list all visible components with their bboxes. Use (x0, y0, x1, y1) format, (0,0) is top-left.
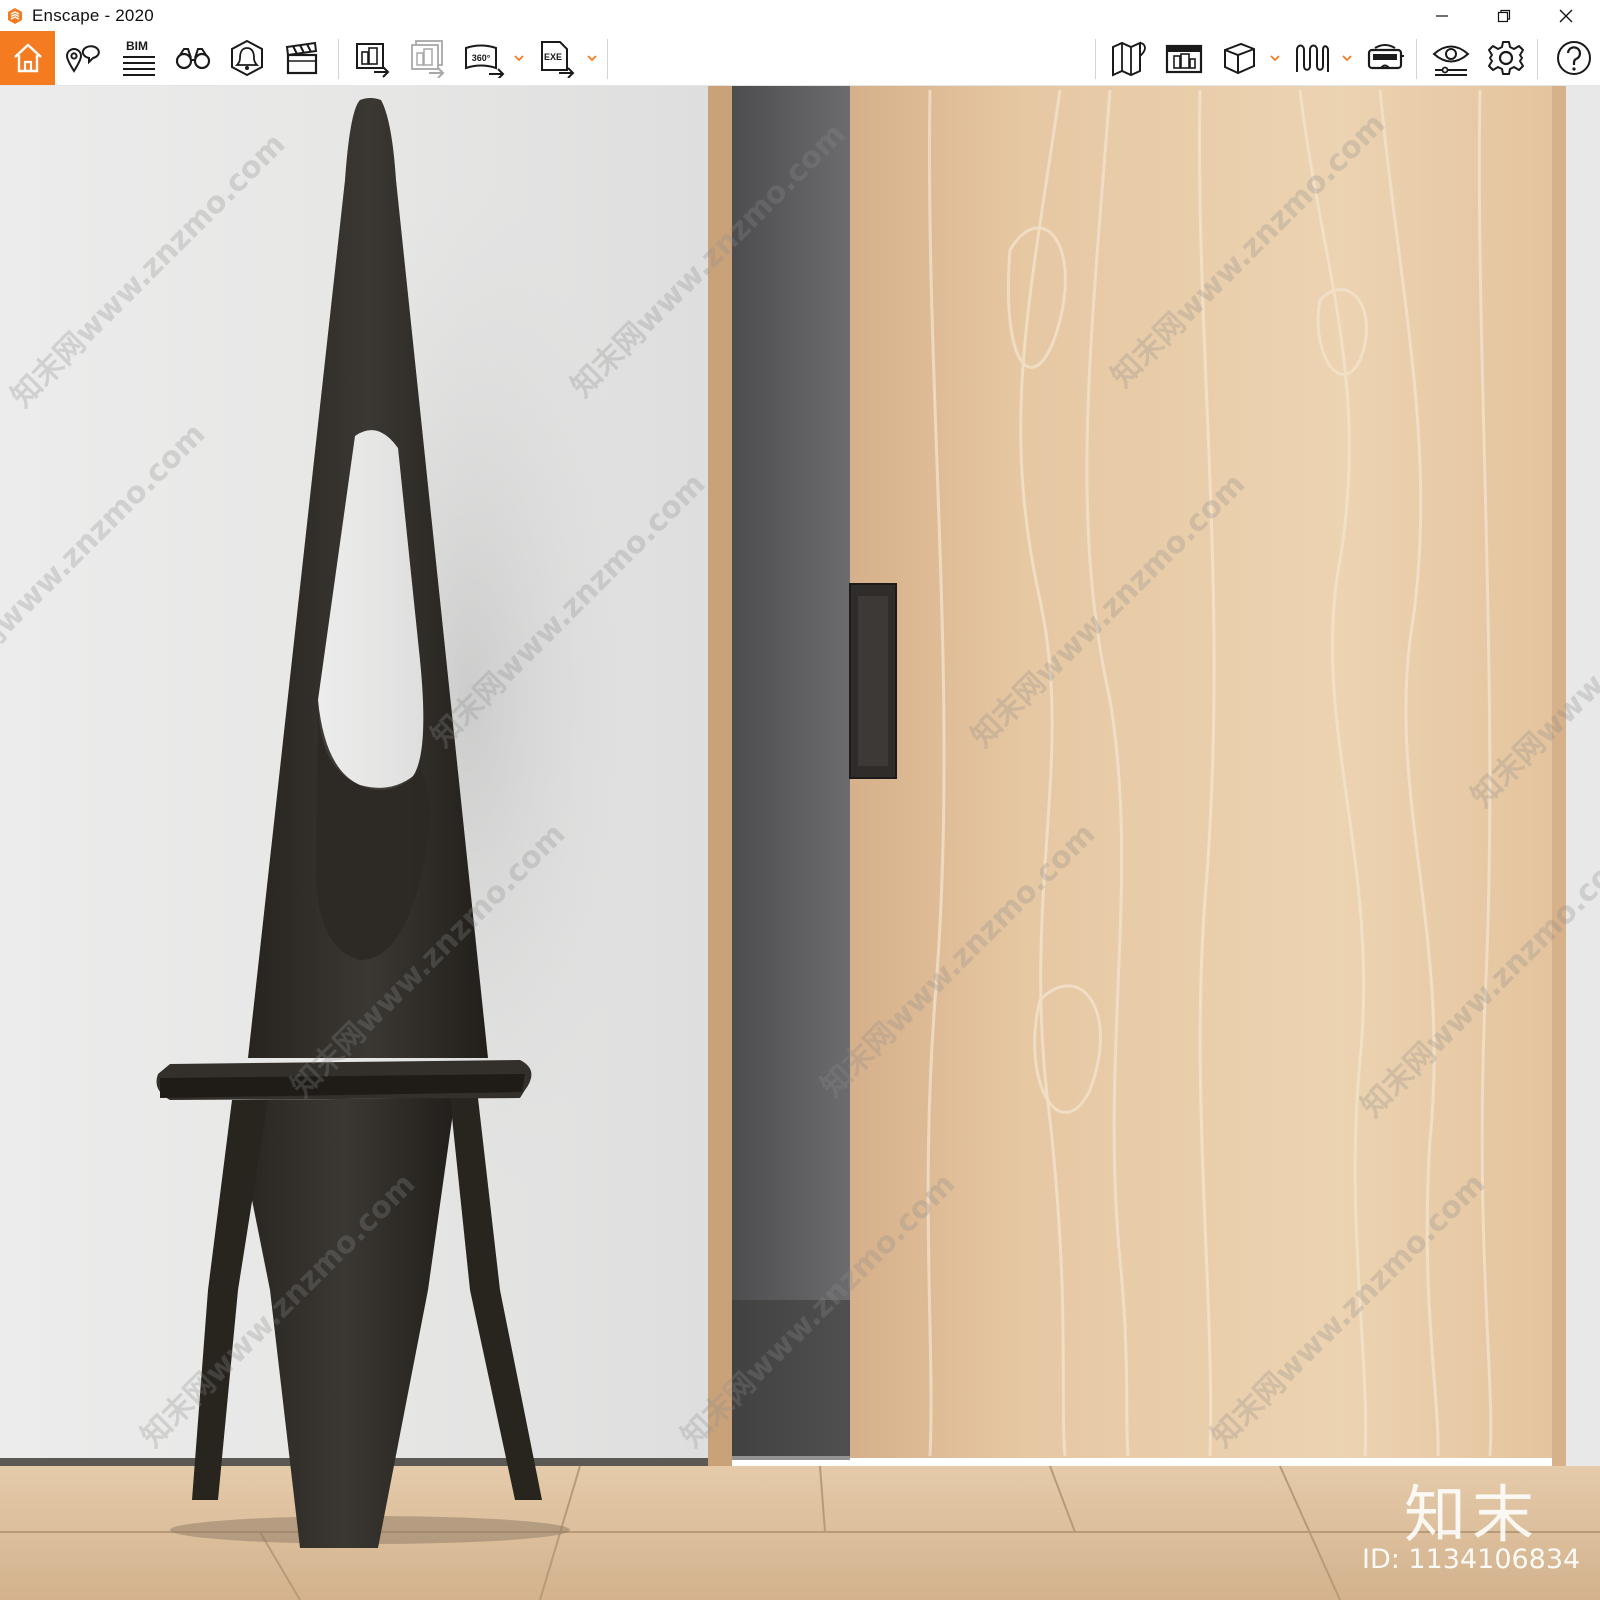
location-pin-icon (65, 45, 100, 73)
chevron-down-icon[interactable] (1268, 51, 1282, 65)
views-button[interactable] (57, 31, 107, 85)
chevron-down-icon[interactable] (585, 51, 599, 65)
settings-button[interactable] (1481, 31, 1531, 85)
clapperboard-icon (285, 41, 318, 75)
restore-icon (1497, 9, 1511, 22)
light-view-button[interactable] (222, 31, 272, 85)
image-id-label: ID: 1134106834 (1362, 1544, 1581, 1575)
enscape-logo-icon (8, 8, 22, 24)
close-icon (1559, 9, 1573, 22)
minimize-button[interactable] (1413, 0, 1471, 31)
map-icon (1112, 41, 1146, 77)
material-icon (1296, 44, 1329, 72)
view-management-button[interactable] (1214, 31, 1264, 85)
settings-gear-icon (1488, 41, 1524, 75)
chevron-down-icon[interactable] (1340, 51, 1354, 65)
help-icon (1557, 41, 1591, 75)
render-viewport[interactable]: 知末网www.znzmo.com 知末网www.znzmo.com 知末网www… (0, 86, 1600, 1600)
panorama-360-button[interactable]: 360° (459, 31, 509, 85)
help-button[interactable] (1549, 31, 1599, 85)
export-exe-icon: EXE (541, 41, 575, 78)
title-bar: Enscape - 2020 (0, 0, 1600, 31)
material-editor-button[interactable] (1287, 31, 1337, 85)
minimap-button[interactable] (168, 31, 218, 85)
render-screenshot-icon (356, 43, 390, 78)
window-title: Enscape - 2020 (32, 6, 154, 25)
close-button[interactable] (1537, 0, 1595, 31)
panorama-360-label: 360° (472, 53, 491, 63)
brand-watermark: 知末 (1404, 1478, 1541, 1551)
toolbar-separator (338, 39, 339, 79)
video-editor-button[interactable] (277, 31, 327, 85)
restore-button[interactable] (1475, 0, 1533, 31)
batch-render-button[interactable] (402, 31, 452, 85)
screenshot-button[interactable] (347, 31, 397, 85)
gap-bottom-shadow (732, 1300, 850, 1460)
export-exe-label: EXE (544, 52, 562, 62)
vr-headset-icon (1367, 44, 1404, 70)
home-icon (13, 43, 42, 73)
render-scene (0, 86, 1600, 1600)
cube-icon (1224, 42, 1255, 75)
asset-library-icon (1165, 44, 1203, 74)
export-exe-button[interactable]: EXE (532, 31, 582, 85)
wall-right (1566, 86, 1600, 1476)
toolbar-separator (1416, 39, 1417, 79)
panorama-360-icon: 360° (465, 44, 505, 78)
door-frame-left (708, 86, 732, 1476)
chevron-down-icon[interactable] (512, 51, 526, 65)
vr-headset-button[interactable] (1360, 31, 1410, 85)
light-view-icon (231, 39, 263, 77)
home-button[interactable] (0, 31, 55, 85)
bim-icon: BIM (117, 31, 157, 85)
site-context-button[interactable] (1104, 31, 1154, 85)
asset-library-button[interactable] (1159, 31, 1209, 85)
bim-button[interactable]: BIM (112, 31, 162, 85)
visual-settings-icon (1432, 45, 1470, 76)
binoculars-icon (175, 48, 211, 70)
enscape-toolbar: BIM 360° EXE (0, 31, 1600, 86)
minimize-icon (1436, 14, 1448, 17)
toolbar-separator (607, 39, 608, 79)
toolbar-separator (1095, 39, 1096, 79)
toolbar-separator (1537, 39, 1538, 79)
door-frame-right (1552, 86, 1566, 1476)
pocket-gap (732, 86, 850, 1456)
visual-settings-button[interactable] (1426, 31, 1476, 85)
batch-render-icon (411, 40, 445, 78)
